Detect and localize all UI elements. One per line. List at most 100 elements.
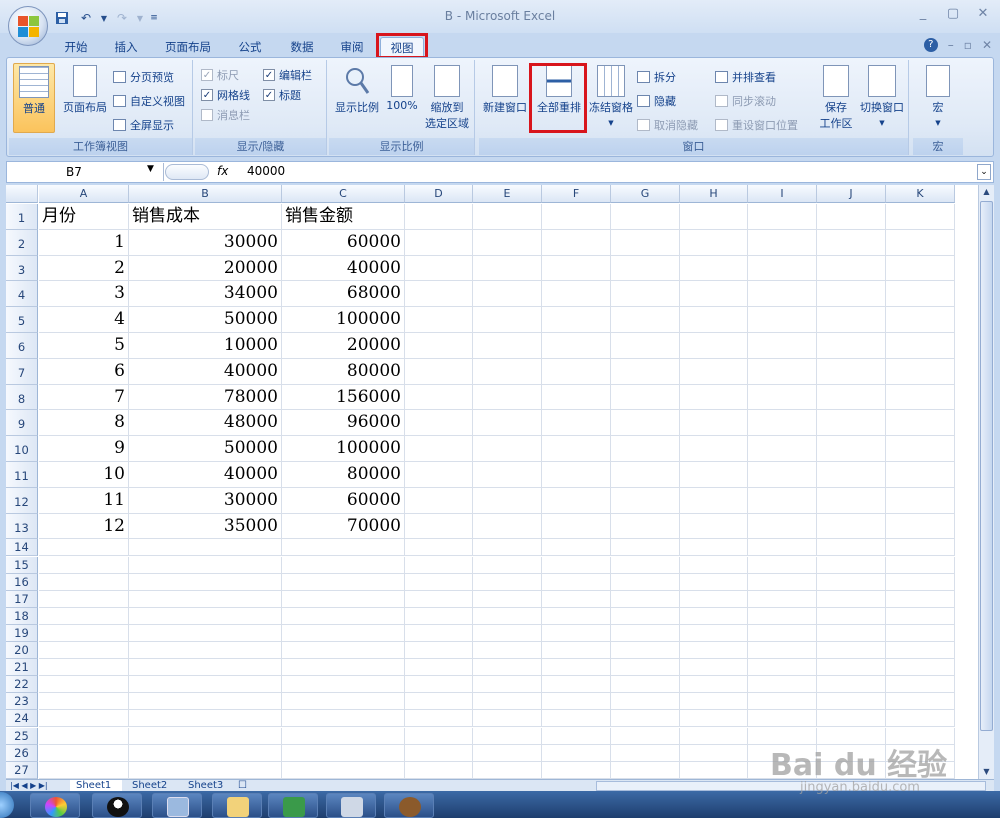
cell-i1[interactable] <box>748 204 817 230</box>
cell-c14[interactable] <box>282 539 405 557</box>
cell-a15[interactable] <box>39 556 129 574</box>
cell-g9[interactable] <box>611 410 680 437</box>
cell-k17[interactable] <box>886 590 955 608</box>
cell-a5[interactable]: 4 <box>39 307 129 333</box>
row-header[interactable]: 19 <box>6 624 38 642</box>
cell-a26[interactable] <box>39 744 129 762</box>
cell-i15[interactable] <box>748 556 817 574</box>
row-header[interactable]: 21 <box>6 659 38 677</box>
row-header[interactable]: 11 <box>6 462 38 488</box>
cell-e7[interactable] <box>473 358 542 385</box>
cell-f27[interactable] <box>542 761 611 779</box>
message-bar-checkbox[interactable]: 消息栏 <box>201 106 250 124</box>
cell-i2[interactable] <box>748 229 817 256</box>
cell-j24[interactable] <box>817 710 886 728</box>
cell-j11[interactable] <box>817 462 886 488</box>
headings-checkbox[interactable]: ✓ 标题 <box>263 86 301 104</box>
taskbar-excel-button[interactable] <box>268 793 318 818</box>
cell-c18[interactable] <box>282 607 405 625</box>
cell-f11[interactable] <box>542 462 611 488</box>
cell-h9[interactable] <box>680 410 748 437</box>
cell-g14[interactable] <box>611 539 680 557</box>
cell-d2[interactable] <box>405 229 473 256</box>
cell-g1[interactable] <box>611 204 680 230</box>
cell-e12[interactable] <box>473 487 542 514</box>
column-header-a[interactable]: A <box>39 185 129 203</box>
cell-b5[interactable]: 50000 <box>129 307 282 333</box>
cell-k9[interactable] <box>886 410 955 437</box>
cell-f19[interactable] <box>542 624 611 642</box>
cell-b7[interactable]: 40000 <box>129 358 282 385</box>
cell-f5[interactable] <box>542 307 611 333</box>
cell-f18[interactable] <box>542 607 611 625</box>
workbook-restore-icon[interactable]: ▫ <box>964 38 972 52</box>
cell-e21[interactable] <box>473 659 542 677</box>
cell-b19[interactable] <box>129 624 282 642</box>
row-header[interactable]: 13 <box>6 513 38 540</box>
split-button[interactable]: 拆分 <box>637 68 676 86</box>
cell-d16[interactable] <box>405 573 473 591</box>
column-header-h[interactable]: H <box>680 185 748 203</box>
cell-g13[interactable] <box>611 513 680 540</box>
row-header[interactable]: 10 <box>6 436 38 462</box>
cell-a23[interactable] <box>39 693 129 711</box>
cell-d23[interactable] <box>405 693 473 711</box>
cell-a4[interactable]: 3 <box>39 281 129 308</box>
cell-h25[interactable] <box>680 727 748 745</box>
cell-a17[interactable] <box>39 590 129 608</box>
synchronous-scrolling-button[interactable]: 同步滚动 <box>715 92 776 110</box>
row-header[interactable]: 12 <box>6 487 38 514</box>
cell-c27[interactable] <box>282 761 405 779</box>
cell-i22[interactable] <box>748 676 817 694</box>
workbook-close-icon[interactable]: ✕ <box>982 38 992 52</box>
cell-c4[interactable]: 68000 <box>282 281 405 308</box>
cell-g20[interactable] <box>611 642 680 660</box>
cell-e13[interactable] <box>473 513 542 540</box>
row-header[interactable]: 23 <box>6 693 38 711</box>
column-header-i[interactable]: I <box>748 185 817 203</box>
ruler-checkbox[interactable]: ✓ 标尺 <box>201 66 239 84</box>
cell-e15[interactable] <box>473 556 542 574</box>
cell-i9[interactable] <box>748 410 817 437</box>
cell-f4[interactable] <box>542 281 611 308</box>
row-header[interactable]: 17 <box>6 590 38 608</box>
cell-d14[interactable] <box>405 539 473 557</box>
name-box[interactable]: B7 <box>8 163 164 181</box>
cell-g10[interactable] <box>611 436 680 462</box>
cell-a19[interactable] <box>39 624 129 642</box>
taskbar-calculator-button[interactable] <box>326 793 376 818</box>
cell-a8[interactable]: 7 <box>39 384 129 411</box>
cell-d12[interactable] <box>405 487 473 514</box>
cell-f16[interactable] <box>542 573 611 591</box>
column-header-f[interactable]: F <box>542 185 611 203</box>
cell-a2[interactable]: 1 <box>39 229 129 256</box>
cell-a12[interactable]: 11 <box>39 487 129 514</box>
cell-f8[interactable] <box>542 384 611 411</box>
cell-e27[interactable] <box>473 761 542 779</box>
row-header[interactable]: 2 <box>6 229 38 256</box>
cell-d6[interactable] <box>405 333 473 359</box>
row-header[interactable]: 24 <box>6 710 38 728</box>
cell-b16[interactable] <box>129 573 282 591</box>
gridlines-checkbox[interactable]: ✓ 网格线 <box>201 86 250 104</box>
cell-a13[interactable]: 12 <box>39 513 129 540</box>
cell-b9[interactable]: 48000 <box>129 410 282 437</box>
cell-g25[interactable] <box>611 727 680 745</box>
cell-j19[interactable] <box>817 624 886 642</box>
row-header[interactable]: 7 <box>6 358 38 385</box>
column-header-g[interactable]: G <box>611 185 680 203</box>
cell-d15[interactable] <box>405 556 473 574</box>
formula-bar-checkbox[interactable]: ✓ 编辑栏 <box>263 66 312 84</box>
cell-g21[interactable] <box>611 659 680 677</box>
tab-review[interactable]: 审阅 <box>332 37 372 57</box>
hide-window-button[interactable]: 隐藏 <box>637 92 676 110</box>
cell-k2[interactable] <box>886 229 955 256</box>
cell-k6[interactable] <box>886 333 955 359</box>
cell-f9[interactable] <box>542 410 611 437</box>
cell-k16[interactable] <box>886 573 955 591</box>
cell-j9[interactable] <box>817 410 886 437</box>
cell-b14[interactable] <box>129 539 282 557</box>
column-header-j[interactable]: J <box>817 185 886 203</box>
cell-j18[interactable] <box>817 607 886 625</box>
cell-h5[interactable] <box>680 307 748 333</box>
